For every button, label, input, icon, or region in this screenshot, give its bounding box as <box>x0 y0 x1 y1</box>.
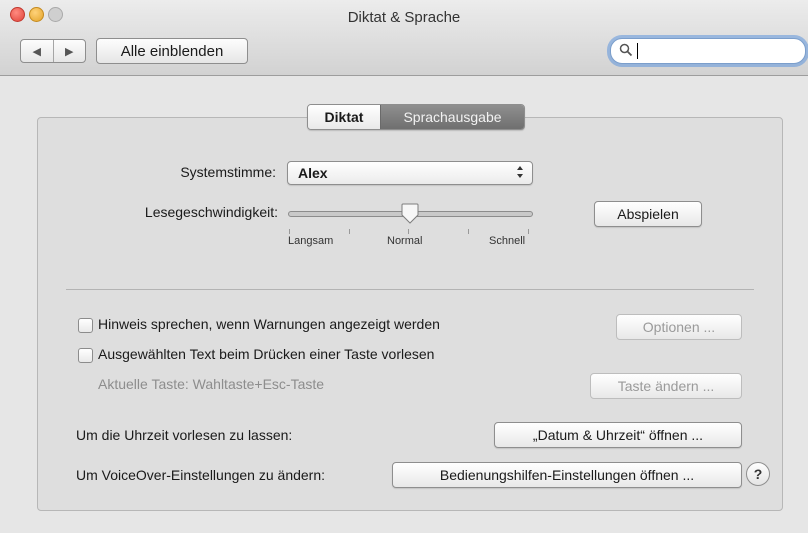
current-key-label: Aktuelle Taste: Wahltaste+Esc-Taste <box>98 376 325 392</box>
open-accessibility-button[interactable]: Bedienungshilfen-Einstellungen öffnen ..… <box>392 462 742 488</box>
forward-arrow-icon: ▶ <box>65 45 74 58</box>
rate-label-fast: Schnell <box>489 235 526 247</box>
open-date-time-button[interactable]: „Datum & Uhrzeit“ öffnen ... <box>494 422 742 448</box>
system-voice-label: Systemstimme: <box>180 164 276 180</box>
tab-bar: Diktat Sprachausgabe <box>307 104 525 130</box>
section-divider <box>66 289 754 290</box>
speak-selected-text-label: Ausgewählten Text beim Drücken einer Tas… <box>98 346 435 362</box>
show-all-button[interactable]: Alle einblenden <box>96 38 248 64</box>
magnifier-icon <box>619 43 633 57</box>
speaking-rate-knob[interactable] <box>400 203 420 225</box>
speak-selected-text-checkbox[interactable] <box>78 348 93 363</box>
back-arrow-icon: ◀ <box>32 45 41 58</box>
system-voice-value: Alex <box>298 165 328 181</box>
rate-tick <box>528 229 529 234</box>
tab-diktat[interactable]: Diktat <box>308 105 380 129</box>
back-forward-control: ◀ ▶ <box>20 39 86 63</box>
rate-tick <box>349 229 350 234</box>
text-caret <box>637 43 638 59</box>
search-field[interactable] <box>610 38 806 64</box>
system-voice-popup[interactable]: Alex <box>287 161 533 185</box>
rate-label-slow: Langsam <box>288 235 334 247</box>
rate-label-normal: Normal <box>387 235 423 247</box>
rate-tick <box>289 229 290 234</box>
title-toolbar: Diktat & Sprache ◀ ▶ Alle einblenden <box>0 0 808 76</box>
change-key-button[interactable]: Taste ändern ... <box>590 373 742 399</box>
voiceover-label: Um VoiceOver-Einstellungen zu ändern: <box>76 467 326 483</box>
tab-sprachausgabe[interactable]: Sprachausgabe <box>380 105 524 129</box>
rate-tick <box>408 229 409 234</box>
play-button[interactable]: Abspielen <box>594 201 702 227</box>
window-title: Diktat & Sprache <box>347 9 461 26</box>
announce-warnings-checkbox[interactable] <box>78 318 93 333</box>
question-mark-icon: ? <box>753 466 763 482</box>
preferences-window: Diktat & Sprache ◀ ▶ Alle einblenden Dik… <box>0 0 808 533</box>
clock-label: Um die Uhrzeit vorlesen zu lassen: <box>76 427 293 443</box>
speaking-rate-label: Lesegeschwindigkeit: <box>144 204 278 220</box>
rate-tick <box>468 229 469 234</box>
popup-arrows-icon <box>517 166 523 178</box>
options-button[interactable]: Optionen ... <box>616 314 742 340</box>
announce-warnings-label: Hinweis sprechen, wenn Warnungen angezei… <box>98 316 440 332</box>
forward-button[interactable]: ▶ <box>52 40 86 62</box>
back-button[interactable]: ◀ <box>21 40 53 62</box>
help-button[interactable]: ? <box>746 462 770 486</box>
